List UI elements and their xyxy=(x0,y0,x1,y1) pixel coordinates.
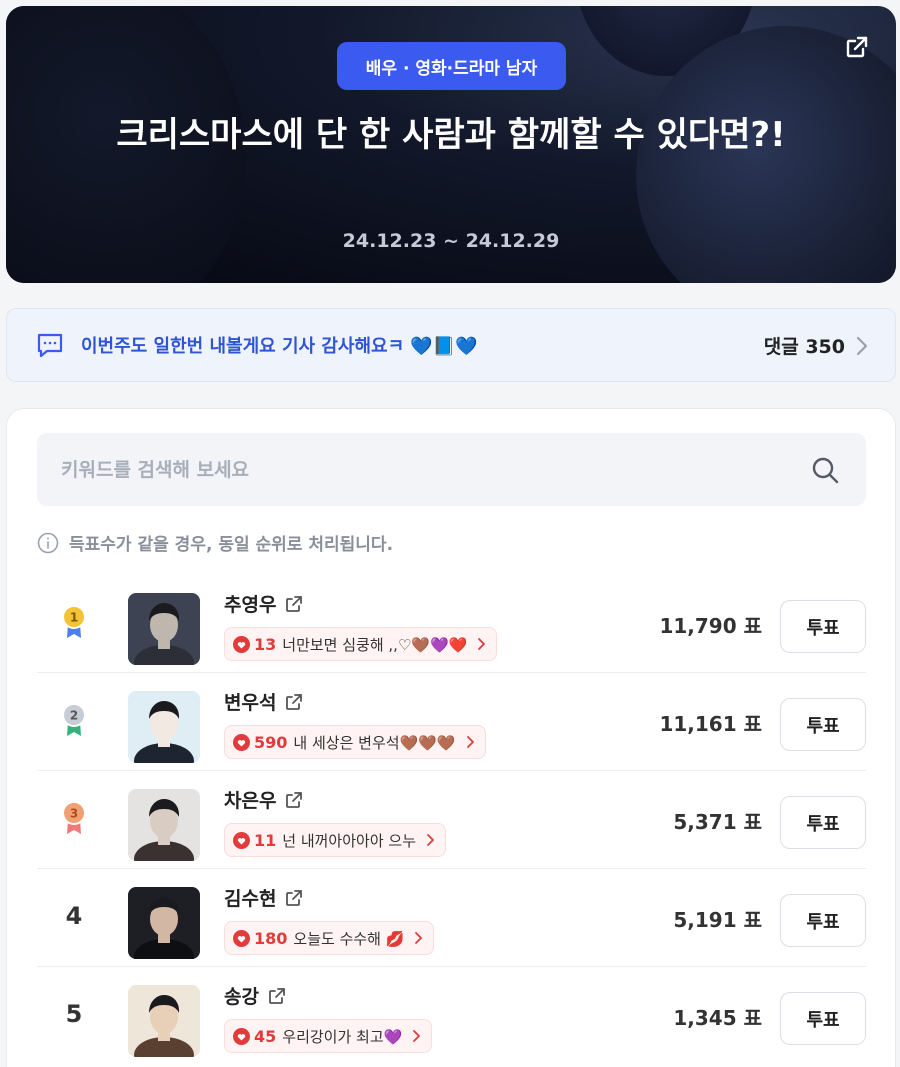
cheer-count: 180 xyxy=(254,928,288,948)
avatar[interactable] xyxy=(128,691,200,763)
avatar[interactable] xyxy=(128,789,200,861)
cheer-text: 내 세상은 변우석🤎🤎🤎 xyxy=(293,733,456,752)
cheer-comment[interactable]: 13 너만보면 심쿵해 ,,♡🤎💜❤️ xyxy=(224,627,498,661)
notice-message: 이번주도 일한번 내볼게요 기사 감사해요ㅋ 💙📘💙 xyxy=(81,336,478,357)
heart-icon xyxy=(233,929,250,947)
cheer-text: 너만보면 심쿵해 ,,♡🤎💜❤️ xyxy=(282,635,468,654)
vote-button[interactable]: 투표 xyxy=(780,894,866,947)
vote-count: 11,790 표 xyxy=(659,614,762,638)
search-box xyxy=(37,433,866,506)
rank-medal-icon: 3 xyxy=(62,801,86,834)
heart-icon xyxy=(233,1027,250,1045)
chevron-right-icon xyxy=(427,834,434,846)
candidate-name-text: 변우석 xyxy=(224,692,277,714)
date-range: 24.12.23 ~ 24.12.29 xyxy=(342,230,560,252)
rank-medal-number: 3 xyxy=(70,807,78,821)
chevron-right-icon xyxy=(415,932,423,944)
chat-bubble-icon xyxy=(37,333,63,358)
rank-number: 5 xyxy=(65,1000,83,1028)
rank-medal-number: 1 xyxy=(70,611,78,625)
vote-count: 5,191 표 xyxy=(673,908,762,932)
search-input[interactable] xyxy=(61,433,781,506)
cheer-count: 45 xyxy=(254,1026,277,1046)
external-link-icon[interactable] xyxy=(284,594,304,614)
rank-medal-icon: 1 xyxy=(62,605,86,638)
cheer-text: 우리강이가 최고💜 xyxy=(282,1027,403,1046)
cheer-count: 590 xyxy=(254,732,288,752)
heart-icon xyxy=(233,831,250,849)
external-link-icon[interactable] xyxy=(284,790,304,810)
candidate-name[interactable]: 추영우 xyxy=(224,590,304,617)
cheer-comment[interactable]: 180 오늘도 수수해 💋 xyxy=(224,921,435,955)
ranking-row: 3 차은우 11 넌 내꺼아아아아 으누 5,371 표 투표 xyxy=(37,772,866,869)
vote-button[interactable]: 투표 xyxy=(780,796,866,849)
candidate-name[interactable]: 변우석 xyxy=(224,688,304,715)
chevron-right-icon xyxy=(478,638,486,650)
cheer-text: 넌 내꺼아아아아 으누 xyxy=(282,831,417,850)
chevron-right-icon xyxy=(856,336,868,356)
external-link-icon[interactable] xyxy=(267,986,287,1006)
comment-count[interactable]: 댓글 350 xyxy=(764,332,845,359)
cheer-comment[interactable]: 45 우리강이가 최고💜 xyxy=(224,1019,433,1053)
vote-count: 11,161 표 xyxy=(659,712,762,736)
rank-number: 4 xyxy=(65,902,83,930)
chevron-right-icon xyxy=(466,736,474,748)
rank-medal-icon: 2 xyxy=(62,703,86,736)
vote-count: 5,371 표 xyxy=(673,810,762,834)
vote-button[interactable]: 투표 xyxy=(780,600,866,653)
cheer-count: 13 xyxy=(254,634,277,654)
ranking-row: 1 추영우 13 너만보면 심쿵해 ,,♡🤎💜❤️ 11,790 표 투표 xyxy=(37,576,866,673)
candidate-name-text: 김수현 xyxy=(224,888,277,910)
hero-banner: 배우 · 영화·드라마 남자 크리스마스에 단 한 사람과 함께할 수 있다면?… xyxy=(6,6,896,283)
ranking-row: 4 김수현 180 오늘도 수수해 💋 5,191 표 투표 xyxy=(37,870,866,967)
vote-button[interactable]: 투표 xyxy=(780,698,866,751)
ranking-row: 5 송강 45 우리강이가 최고💜 1,345 표 투표 xyxy=(37,968,866,1065)
ranking-panel: 득표수가 같을 경우, 동일 순위로 처리됩니다. 1 추영우 xyxy=(6,408,896,1067)
avatar[interactable] xyxy=(128,985,200,1057)
heart-icon xyxy=(233,635,250,653)
cheer-count: 11 xyxy=(254,830,277,850)
rank-medal-number: 2 xyxy=(70,709,78,723)
category-chip: 배우 · 영화·드라마 남자 xyxy=(337,42,566,90)
info-icon xyxy=(37,532,59,553)
cheer-text: 오늘도 수수해 💋 xyxy=(293,929,405,948)
cheer-comment[interactable]: 11 넌 내꺼아아아아 으누 xyxy=(224,823,447,857)
chevron-right-icon xyxy=(413,1030,421,1042)
vote-count: 1,345 표 xyxy=(673,1006,762,1030)
search-icon[interactable] xyxy=(810,455,840,485)
avatar[interactable] xyxy=(128,887,200,959)
external-link-icon[interactable] xyxy=(284,692,304,712)
external-link-icon[interactable] xyxy=(284,888,304,908)
vote-button[interactable]: 투표 xyxy=(780,992,866,1045)
tie-info: 득표수가 같을 경우, 동일 순위로 처리됩니다. xyxy=(37,530,393,555)
comment-notice-bar[interactable]: 이번주도 일한번 내볼게요 기사 감사해요ㅋ 💙📘💙 댓글 350 xyxy=(6,308,896,382)
candidate-name[interactable]: 송강 xyxy=(224,982,287,1009)
candidate-name-text: 차은우 xyxy=(224,790,277,812)
candidate-name-text: 추영우 xyxy=(224,594,277,616)
share-icon[interactable] xyxy=(844,34,870,60)
avatar[interactable] xyxy=(128,593,200,665)
cheer-comment[interactable]: 590 내 세상은 변우석🤎🤎🤎 xyxy=(224,725,486,759)
page-title: 크리스마스에 단 한 사람과 함께할 수 있다면?! xyxy=(116,115,786,155)
heart-icon xyxy=(233,733,250,751)
candidate-name[interactable]: 차은우 xyxy=(224,786,304,813)
candidate-name-text: 송강 xyxy=(224,986,259,1008)
info-text: 득표수가 같을 경우, 동일 순위로 처리됩니다. xyxy=(69,535,394,555)
candidate-name[interactable]: 김수현 xyxy=(224,884,304,911)
ranking-row: 2 변우석 590 내 세상은 변우석🤎🤎🤎 11,161 표 투표 xyxy=(37,674,866,771)
